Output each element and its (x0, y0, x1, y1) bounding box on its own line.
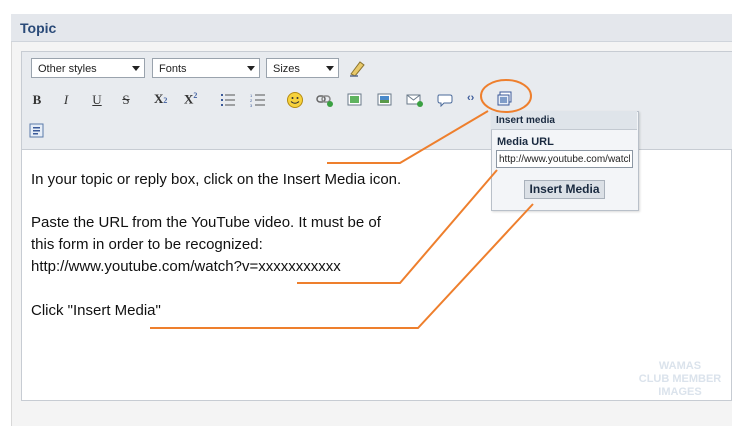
callout-line-url (297, 169, 498, 284)
callout-line-button (150, 203, 534, 329)
highlight-circle (480, 79, 532, 113)
annotation-overlay (150, 79, 534, 329)
callout-line-icon (327, 110, 489, 164)
